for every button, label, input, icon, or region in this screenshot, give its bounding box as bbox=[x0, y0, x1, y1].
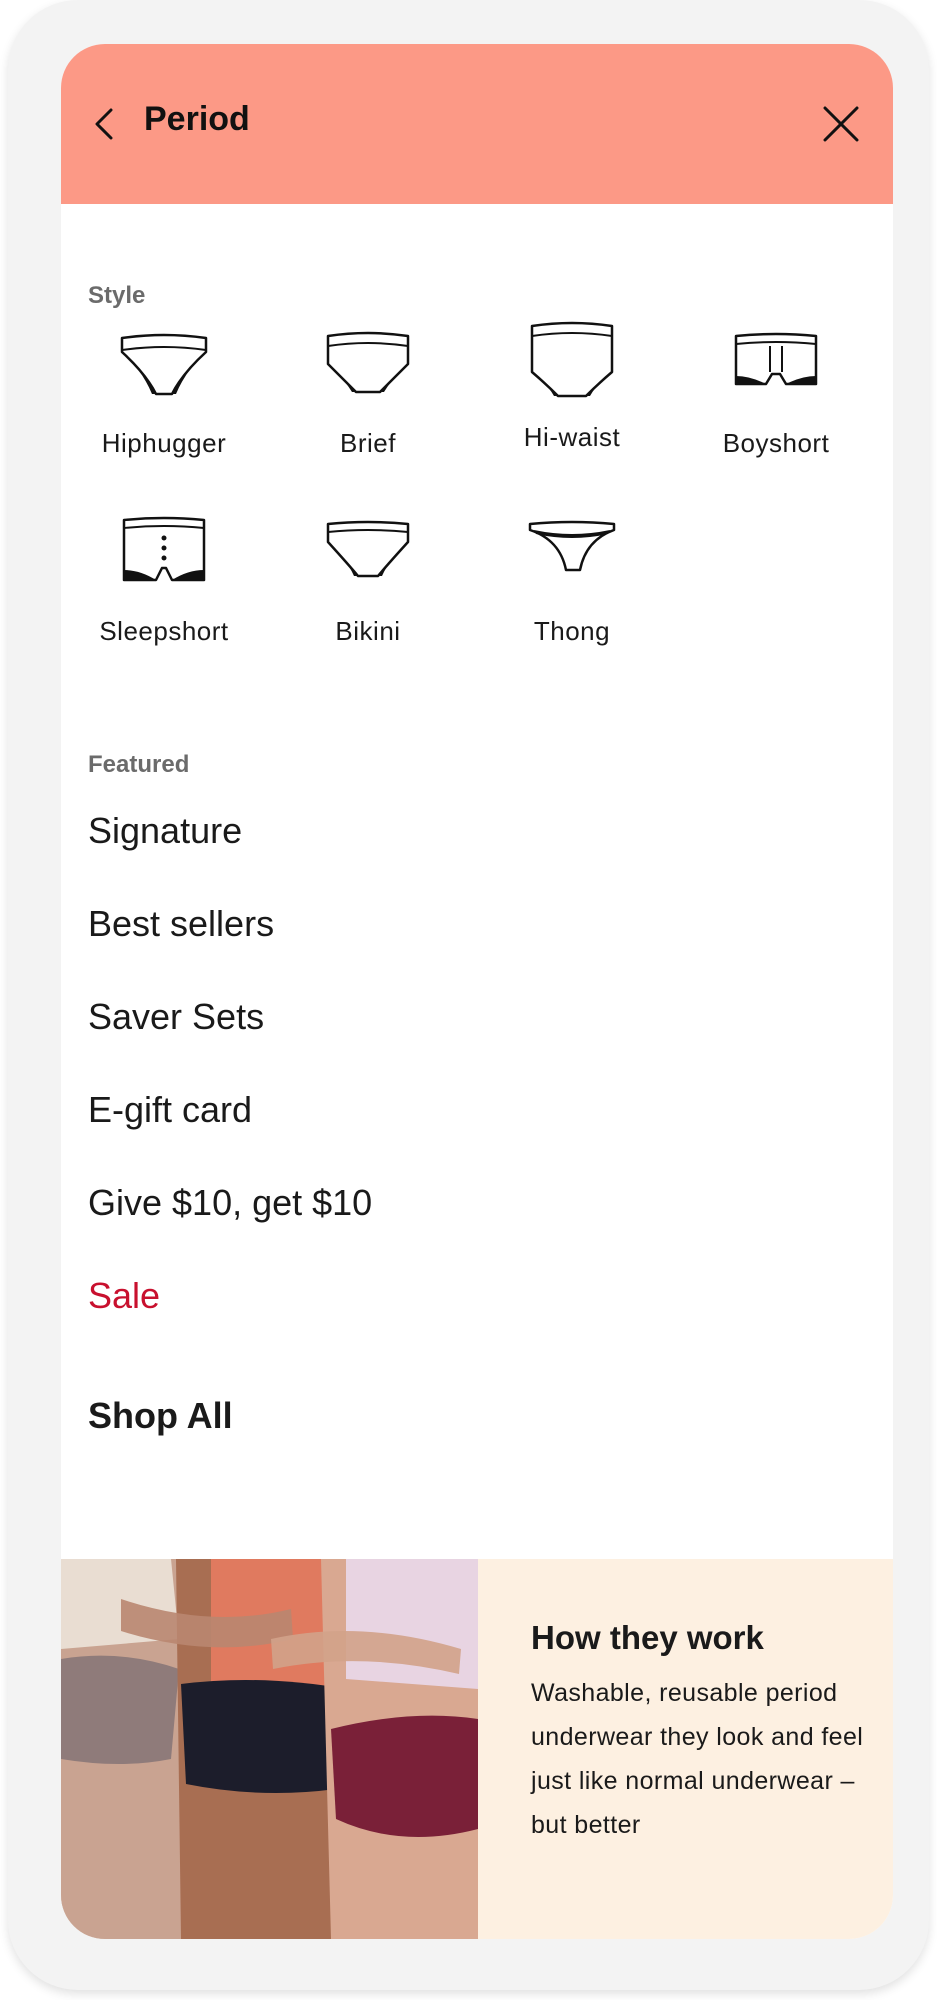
style-label: Sleepshort bbox=[99, 616, 229, 646]
style-item-thong[interactable]: Thong bbox=[470, 512, 674, 682]
close-icon[interactable] bbox=[821, 104, 861, 144]
style-section-label: Style bbox=[88, 282, 146, 309]
featured-section-label: Featured bbox=[88, 751, 190, 778]
page-title: Period bbox=[144, 100, 250, 138]
promo-banner[interactable]: How they work Washable, reusable period … bbox=[61, 1559, 893, 1939]
menu-screen: Period Style Hiphugger Brief Hi-waist Bo… bbox=[61, 44, 893, 1939]
hiphugger-icon bbox=[120, 333, 208, 396]
shop-all-link[interactable]: Shop All bbox=[88, 1395, 233, 1437]
menu-item-signature[interactable]: Signature bbox=[88, 810, 242, 852]
style-label: Brief bbox=[340, 428, 396, 458]
promo-card: How they work Washable, reusable period … bbox=[478, 1559, 893, 1939]
menu-item-saver-sets[interactable]: Saver Sets bbox=[88, 996, 264, 1038]
phone-frame: Period Style Hiphugger Brief Hi-waist Bo… bbox=[8, 0, 929, 1990]
promo-image bbox=[61, 1559, 478, 1939]
boyshort-icon bbox=[734, 332, 818, 386]
menu-header: Period bbox=[61, 44, 893, 204]
style-item-brief[interactable]: Brief bbox=[266, 324, 470, 494]
style-label: Hi-waist bbox=[523, 422, 621, 452]
brief-icon bbox=[326, 331, 410, 394]
style-item-sleepshort[interactable]: Sleepshort bbox=[62, 512, 266, 682]
menu-item-sale[interactable]: Sale bbox=[88, 1275, 160, 1317]
menu-item-best-sellers[interactable]: Best sellers bbox=[88, 903, 274, 945]
promo-title: How they work bbox=[531, 1619, 764, 1656]
thong-icon bbox=[528, 520, 616, 572]
style-item-boyshort[interactable]: Boyshort bbox=[674, 324, 878, 494]
menu-item-referral[interactable]: Give $10, get $10 bbox=[88, 1182, 372, 1224]
menu-item-e-gift-card[interactable]: E-gift card bbox=[88, 1089, 252, 1131]
hi-waist-icon bbox=[530, 321, 614, 398]
style-item-hi-waist[interactable]: Hi-waist bbox=[470, 318, 674, 488]
chevron-left-icon[interactable] bbox=[89, 104, 121, 144]
style-label: Bikini bbox=[335, 616, 401, 646]
style-label: Thong bbox=[533, 616, 611, 646]
style-item-hiphugger[interactable]: Hiphugger bbox=[62, 324, 266, 494]
bikini-icon bbox=[326, 520, 410, 578]
style-item-bikini[interactable]: Bikini bbox=[266, 512, 470, 682]
style-label: Hiphugger bbox=[101, 428, 227, 458]
sleepshort-icon bbox=[122, 516, 206, 582]
promo-description: Washable, reusable period underwear they… bbox=[531, 1679, 864, 1839]
style-label: Boyshort bbox=[722, 428, 830, 458]
